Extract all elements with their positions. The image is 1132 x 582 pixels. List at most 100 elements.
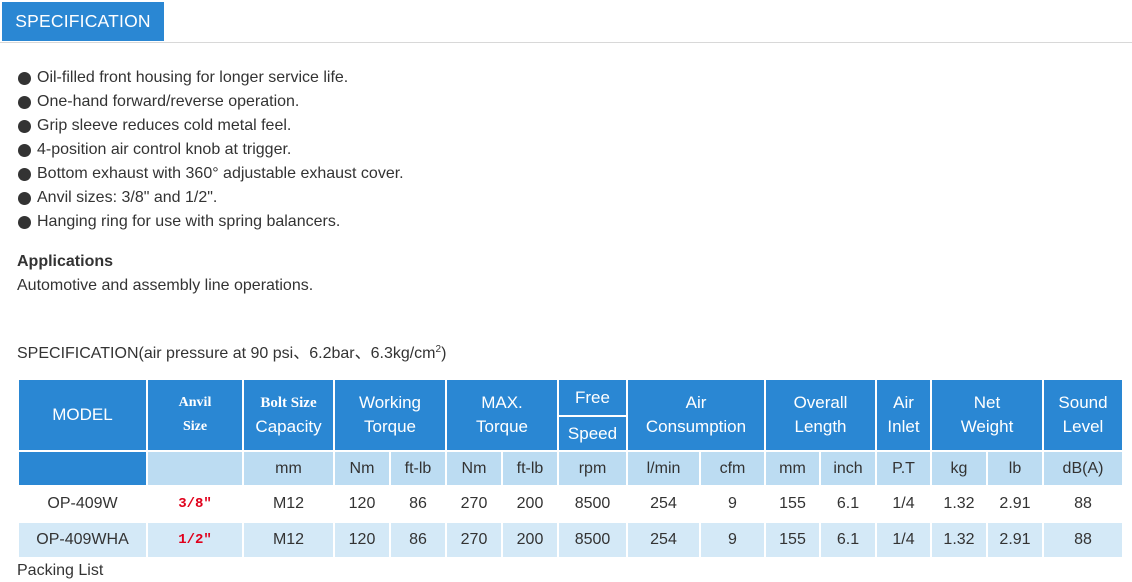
- feature-text: Hanging ring for use with spring balance…: [37, 213, 341, 230]
- table-cell: 1.32: [930, 521, 988, 559]
- unit-cell: [146, 450, 244, 487]
- unit-cell: mm: [764, 450, 821, 487]
- bullet-icon: [18, 215, 31, 229]
- table-cell: 88: [1042, 521, 1124, 559]
- header-anvil-line2: Size: [182, 419, 208, 434]
- list-item: One-hand forward/reverse operation.: [17, 90, 404, 114]
- header-air-line2: Consumption: [645, 417, 747, 436]
- feature-text: One-hand forward/reverse operation.: [37, 93, 300, 110]
- table-cell: 254: [626, 521, 701, 559]
- list-item: Grip sleeve reduces cold metal feel.: [17, 114, 404, 138]
- table-cell: 155: [764, 521, 821, 559]
- table-cell: 1/4: [875, 485, 932, 523]
- table-cell: 9: [699, 521, 766, 559]
- header-air-inlet: Air Inlet: [875, 378, 932, 452]
- unit-cell: l/min: [626, 450, 701, 487]
- header-working-torque: Working Torque: [333, 378, 447, 452]
- header-inlet-line1: Air: [893, 393, 914, 412]
- unit-cell: Nm: [333, 450, 391, 487]
- unit-cell: cfm: [699, 450, 766, 487]
- spec-caption-text: SPECIFICATION(air pressure at 90 psi、6.2…: [17, 345, 436, 362]
- bullet-icon: [18, 119, 31, 133]
- header-air-line1: Air: [685, 393, 707, 412]
- table-cell: 86: [389, 485, 447, 523]
- table-cell: 9: [699, 485, 766, 523]
- anvil-cell: 1/2": [146, 521, 244, 559]
- unit-cell: inch: [819, 450, 877, 487]
- unit-cell: lb: [986, 450, 1044, 487]
- header-net-weight: Net Weight: [930, 378, 1044, 452]
- header-bolt-line2: Capacity: [255, 416, 322, 436]
- feature-text: 4-position air control knob at trigger.: [37, 141, 292, 158]
- table-cell: 1/4: [875, 521, 932, 559]
- list-item: Anvil sizes: 3/8" and 1/2".: [17, 186, 404, 210]
- header-max-line1: MAX.: [481, 393, 523, 412]
- table-cell: M12: [242, 485, 335, 523]
- feature-text: Oil-filled front housing for longer serv…: [37, 69, 349, 86]
- header-model-spacer: [17, 450, 148, 487]
- bullet-icon: [18, 191, 31, 205]
- spec-caption: SPECIFICATION(air pressure at 90 psi、6.2…: [17, 339, 446, 365]
- feature-text: Bottom exhaust with 360° adjustable exha…: [37, 165, 404, 182]
- table-cell: 2.91: [986, 521, 1044, 559]
- spec-table: MODEL Anvil Size Bolt Size Capacity Workin…: [17, 378, 1124, 559]
- header-overall-length: Overall Length: [764, 378, 877, 452]
- feature-text: Grip sleeve reduces cold metal feel.: [37, 117, 292, 134]
- table-cell: 8500: [557, 485, 628, 523]
- header-overall-line1: Overall: [793, 393, 848, 412]
- feature-list: Oil-filled front housing for longer serv…: [17, 66, 404, 234]
- header-sound-line1: Sound: [1058, 393, 1108, 412]
- header-anvil-size: Anvil Size: [146, 378, 244, 452]
- table-cell: 1.32: [930, 485, 988, 523]
- header-working-line2: Torque: [364, 417, 416, 436]
- table-cell: 120: [333, 485, 391, 523]
- header-max-torque: MAX. Torque: [445, 378, 559, 452]
- table-row: OP-409W 3/8" M12 120 86 270 200 8500 254…: [17, 485, 1124, 523]
- table-cell: 200: [501, 485, 559, 523]
- list-item: Oil-filled front housing for longer serv…: [17, 66, 404, 90]
- table-row: OP-409WHA 1/2" M12 120 86 270 200 8500 2…: [17, 521, 1124, 559]
- list-item: Bottom exhaust with 360° adjustable exha…: [17, 162, 404, 186]
- list-item: Hanging ring for use with spring balance…: [17, 210, 404, 234]
- unit-cell: kg: [930, 450, 988, 487]
- header-speed: Speed: [557, 415, 628, 452]
- spec-caption-suffix: ): [441, 345, 447, 362]
- tab-bar: SPECIFICATION: [0, 0, 1132, 43]
- table-cell: 200: [501, 521, 559, 559]
- header-inlet-line2: Inlet: [887, 417, 920, 436]
- list-item: 4-position air control knob at trigger.: [17, 138, 404, 162]
- table-cell: 8500: [557, 521, 628, 559]
- table-cell: 254: [626, 485, 701, 523]
- model-cell: OP-409W: [17, 485, 148, 523]
- header-sound-line2: Level: [1062, 417, 1104, 436]
- unit-cell: rpm: [557, 450, 628, 487]
- bullet-icon: [18, 143, 31, 157]
- bullet-icon: [18, 71, 31, 85]
- packing-list-heading: Packing List: [17, 562, 104, 579]
- table-cell: 88: [1042, 485, 1124, 523]
- tab-specification[interactable]: SPECIFICATION: [2, 2, 164, 41]
- table-cell: 155: [764, 485, 821, 523]
- feature-text: Anvil sizes: 3/8" and 1/2".: [37, 189, 218, 206]
- applications-text: Automotive and assembly line operations.: [17, 277, 314, 294]
- table-cell: 270: [445, 485, 503, 523]
- anvil-cell: 3/8": [146, 485, 244, 523]
- unit-cell: dB(A): [1042, 450, 1124, 487]
- unit-cell: P.T: [875, 450, 932, 487]
- applications-heading: Applications: [17, 253, 114, 270]
- table-cell: 86: [389, 521, 447, 559]
- header-model: MODEL: [17, 378, 148, 452]
- header-net-line1: Net: [973, 393, 1001, 412]
- header-bolt-line1: Bolt Size: [260, 394, 317, 411]
- header-working-line1: Working: [358, 393, 422, 412]
- header-overall-line2: Length: [794, 417, 847, 436]
- header-bolt-size: Bolt Size Capacity: [242, 378, 335, 452]
- unit-cell: ft-lb: [501, 450, 559, 487]
- header-anvil-line1: Anvil: [178, 395, 212, 410]
- header-max-line2: Torque: [476, 417, 528, 436]
- table-cell: 2.91: [986, 485, 1044, 523]
- unit-cell: ft-lb: [389, 450, 447, 487]
- unit-cell: Nm: [445, 450, 503, 487]
- header-air-consumption: Air Consumption: [626, 378, 766, 452]
- model-cell: OP-409WHA: [17, 521, 148, 559]
